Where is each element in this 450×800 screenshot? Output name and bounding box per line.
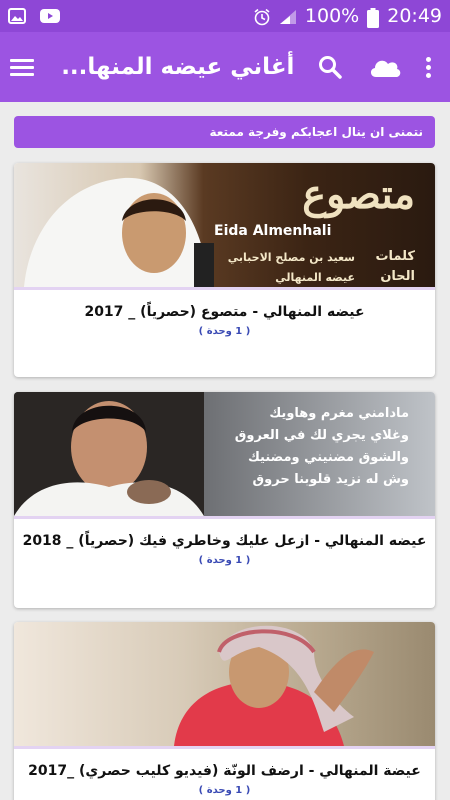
alarm-icon bbox=[253, 8, 271, 26]
card-divider bbox=[14, 516, 435, 519]
search-icon[interactable] bbox=[308, 32, 351, 102]
thumb-line-2: وغلاي يجري لك في العروق bbox=[234, 428, 409, 443]
thumb-logo-text: متصوع bbox=[302, 171, 415, 218]
video-title[interactable]: عيضه المنهالي - متصوع (حصرياً) _ 2017 bbox=[14, 304, 435, 320]
video-thumbnail[interactable]: متصوع Eida Almenhali كلمات سعيد بن مصلح … bbox=[14, 163, 435, 287]
video-count: ( 1 وحدة ) bbox=[198, 326, 251, 337]
video-thumbnail[interactable] bbox=[14, 622, 435, 746]
banner-text: نتمنى ان ينال اعجابكم وفرجة ممتعة bbox=[209, 125, 423, 139]
battery-icon bbox=[367, 8, 380, 28]
hamburger-menu-icon[interactable] bbox=[0, 32, 43, 102]
card-divider bbox=[14, 746, 435, 749]
thumb-english-name: Eida Almenhali bbox=[214, 223, 332, 239]
thumb-music-value: عيضه المنهالي bbox=[275, 271, 355, 284]
thumb-lyrics-value: سعيد بن مصلح الاحبابي bbox=[227, 251, 355, 264]
video-card[interactable]: مادامني مغرم وهاويك وغلاي يجري لك في الع… bbox=[14, 392, 435, 608]
gallery-icon bbox=[8, 8, 26, 24]
thumb-line-4: وش له نزيد قلوبنا حروق bbox=[252, 472, 409, 487]
clock: 20:49 bbox=[387, 5, 442, 27]
video-count: ( 1 وحدة ) bbox=[198, 785, 251, 796]
page-title: أغاني عيضه المنها... bbox=[61, 54, 295, 80]
battery-percent: 100% bbox=[304, 5, 360, 27]
signal-icon bbox=[279, 8, 297, 24]
video-count: ( 1 وحدة ) bbox=[198, 555, 251, 566]
video-title[interactable]: عيضه المنهالي - ازعل عليك وخاطري فيك (حص… bbox=[14, 533, 435, 549]
video-thumbnail[interactable]: مادامني مغرم وهاويك وغلاي يجري لك في الع… bbox=[14, 392, 435, 516]
welcome-banner: نتمنى ان ينال اعجابكم وفرجة ممتعة bbox=[14, 116, 435, 148]
app-toolbar: أغاني عيضه المنها... bbox=[0, 32, 450, 102]
cloud-icon[interactable] bbox=[364, 32, 407, 102]
video-title[interactable]: عيضة المنهالي - ارضف الونّة (فيديو كليب … bbox=[14, 763, 435, 779]
thumb-music-label: الحان bbox=[380, 269, 415, 284]
video-card[interactable]: متصوع Eida Almenhali كلمات سعيد بن مصلح … bbox=[14, 163, 435, 377]
overflow-menu-icon[interactable] bbox=[407, 32, 450, 102]
card-divider bbox=[14, 287, 435, 290]
thumb-line-3: والشوق مضنيني ومضنيك bbox=[247, 450, 409, 465]
youtube-icon bbox=[40, 8, 60, 24]
status-bar: 100% 20:49 bbox=[0, 0, 450, 32]
thumb-line-1: مادامني مغرم وهاويك bbox=[269, 406, 409, 421]
video-card[interactable]: عيضة المنهالي - ارضف الونّة (فيديو كليب … bbox=[14, 622, 435, 800]
thumb-lyrics-label: كلمات bbox=[375, 249, 415, 264]
